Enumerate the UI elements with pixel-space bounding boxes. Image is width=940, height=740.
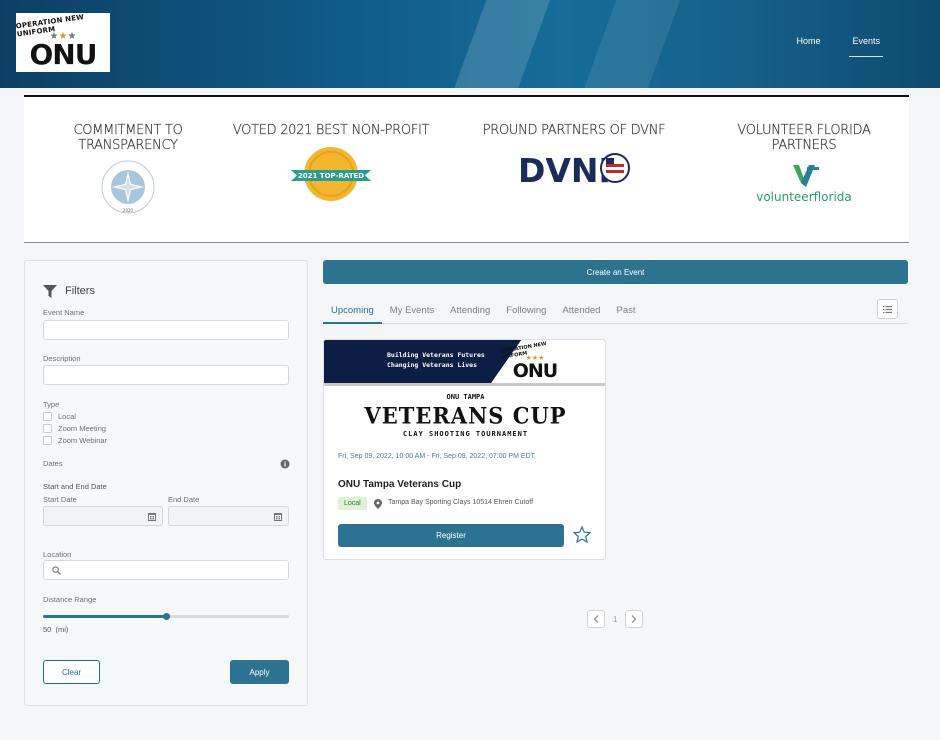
- event-image[interactable]: Building Veterans Futures Changing Veter…: [324, 340, 605, 444]
- banner-title: VOTED 2021 BEST NON-PROFIT: [232, 123, 430, 138]
- favorite-star-icon[interactable]: [573, 526, 591, 543]
- event-image-stripe: [324, 383, 605, 386]
- tab-attending[interactable]: Attending: [442, 300, 498, 324]
- onu-logo[interactable]: OPERATION NEW UNIFORM ★★★ ONU: [16, 13, 110, 72]
- checkbox-label: Local: [58, 412, 76, 421]
- checkbox-box[interactable]: [43, 412, 52, 421]
- svg-text:2020: 2020: [123, 208, 134, 213]
- tab-my-events[interactable]: My Events: [382, 300, 442, 324]
- calendar-icon[interactable]: [148, 512, 156, 521]
- type-zoom-meeting-checkbox[interactable]: Zoom Meeting: [43, 424, 106, 433]
- register-button[interactable]: Register: [338, 524, 564, 547]
- location-label: Location: [43, 550, 72, 559]
- event-date: Fri, Sep 09, 2022, 10:00 AM - Fri, Sep 0…: [338, 453, 535, 460]
- tab-upcoming[interactable]: Upcoming: [323, 300, 382, 324]
- filters-panel: Filters Event Name Description Type Loca…: [24, 260, 308, 706]
- start-date-label: Start Date: [43, 495, 77, 504]
- clear-button[interactable]: Clear: [43, 660, 100, 684]
- event-type-badge: Local: [338, 497, 367, 510]
- banner-title: COMMITMENT TO TRANSPARENCY: [73, 123, 183, 153]
- event-name-label: Event Name: [43, 308, 85, 317]
- event-title[interactable]: ONU Tampa Veterans Cup: [338, 479, 461, 490]
- end-date-input[interactable]: [168, 506, 289, 526]
- distance-range-label: Distance Range: [43, 595, 97, 604]
- tab-past[interactable]: Past: [608, 300, 643, 324]
- create-event-button[interactable]: Create an Event: [323, 260, 908, 284]
- list-view-button[interactable]: [877, 299, 898, 319]
- logo-word: ONU: [512, 360, 558, 382]
- start-end-date-label: Start and End Date: [43, 482, 107, 491]
- banner-best-nonprofit: VOTED 2021 BEST NON-PROFIT 2021 TOP-RATE…: [231, 123, 431, 204]
- checkbox-label: Zoom Meeting: [58, 424, 106, 433]
- dates-label: Dates: [43, 459, 63, 468]
- event-image-onu-logo: OPERATION NEW UNIFORM ★★★ ONU: [499, 341, 570, 383]
- calendar-icon[interactable]: [274, 512, 282, 521]
- event-card[interactable]: Building Veterans Futures Changing Veter…: [323, 339, 606, 560]
- distance-slider-track[interactable]: [43, 613, 289, 620]
- svg-text:volunteerflorida: volunteerflorida: [756, 190, 852, 204]
- volunteer-florida-logo-icon: volunteerflorida: [756, 165, 852, 204]
- distance-value: 50 (mi): [43, 625, 69, 634]
- filters-heading: Filters: [65, 285, 95, 297]
- banner-title: PROUND PARTNERS OF DVNF: [482, 123, 666, 138]
- event-image-subtitle: ONU TAMPA: [446, 393, 485, 401]
- description-label: Description: [43, 354, 81, 363]
- banner-transparency: COMMITMENT TO TRANSPARENCY 2020: [28, 123, 228, 215]
- header-bar: OPERATION NEW UNIFORM ★★★ ONU Home Event…: [0, 0, 940, 88]
- header-decoration: [447, 0, 553, 88]
- list-icon: [883, 305, 892, 313]
- event-image-line1: Building Veterans Futures: [387, 351, 485, 359]
- next-page-button[interactable]: [625, 610, 644, 628]
- chevron-left-icon: [593, 615, 599, 623]
- location-pin-icon: [374, 499, 382, 509]
- current-page: 1: [613, 614, 618, 624]
- end-date-label: End Date: [168, 495, 200, 504]
- event-image-line2: Changing Veterans Lives: [387, 361, 478, 369]
- start-date-input[interactable]: [43, 506, 163, 526]
- event-image-tagline: CLAY SHOOTING TOURNAMENT: [402, 430, 529, 438]
- location-input[interactable]: [43, 560, 289, 580]
- description-input[interactable]: [43, 365, 289, 385]
- transparency-seal-icon: 2020: [101, 160, 155, 214]
- banner-volunteer-florida: VOLUNTEER FLORIDA PARTNERS volunteerflor…: [704, 123, 904, 209]
- event-name-input[interactable]: [43, 320, 289, 340]
- greatnonprofits-badge-icon: 2021 TOP-RATED: [291, 147, 371, 201]
- checkbox-box[interactable]: [43, 436, 52, 445]
- search-icon: [52, 566, 61, 575]
- dvnf-logo-icon: DVNF: [518, 151, 630, 190]
- nav-events[interactable]: Events: [849, 36, 883, 57]
- tab-attended[interactable]: Attended: [554, 300, 608, 324]
- type-local-checkbox[interactable]: Local: [43, 412, 76, 421]
- distance-slider-thumb[interactable]: [162, 613, 170, 620]
- checkbox-box[interactable]: [43, 424, 52, 433]
- header-decoration: [577, 0, 683, 88]
- partners-banner: COMMITMENT TO TRANSPARENCY 2020 VOTED 20…: [24, 95, 909, 243]
- banner-dvnf: PROUND PARTNERS OF DVNF DVNF: [474, 123, 674, 194]
- tab-following[interactable]: Following: [498, 300, 554, 324]
- banner-title: VOLUNTEER FLORIDA PARTNERS: [737, 123, 871, 153]
- event-tabs: Upcoming My Events Attending Following A…: [323, 300, 908, 324]
- event-location: Tampa Bay Sporting Clays 10514 Ehren Cut…: [388, 499, 534, 506]
- type-zoom-webinar-checkbox[interactable]: Zoom Webinar: [43, 436, 107, 445]
- nav-home[interactable]: Home: [796, 36, 820, 52]
- svg-text:2021 TOP-RATED: 2021 TOP-RATED: [298, 172, 364, 180]
- distance-slider-fill: [43, 615, 166, 618]
- type-label: Type: [43, 400, 60, 409]
- logo-word: ONU: [29, 37, 98, 71]
- info-icon[interactable]: [280, 459, 290, 469]
- apply-button[interactable]: Apply: [230, 660, 289, 684]
- event-image-header: Building Veterans Futures Changing Veter…: [324, 340, 605, 386]
- event-image-title: VETERANS CUP: [364, 402, 567, 429]
- pagination: 1: [587, 610, 644, 628]
- chevron-right-icon: [632, 615, 637, 623]
- checkbox-label: Zoom Webinar: [58, 436, 108, 445]
- filter-icon: [43, 285, 57, 298]
- prev-page-button[interactable]: [587, 610, 605, 628]
- top-nav: Home Events: [796, 36, 883, 57]
